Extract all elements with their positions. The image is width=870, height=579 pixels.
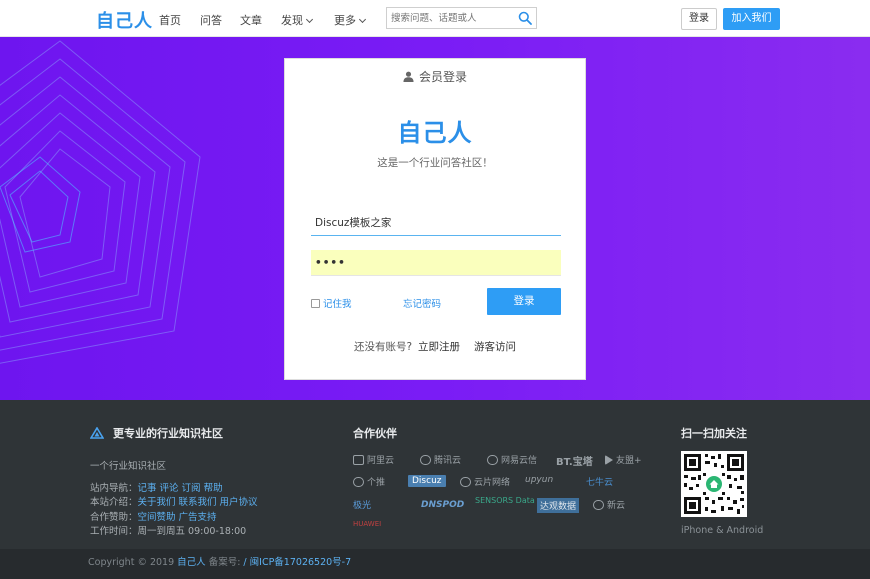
qr-caption: iPhone & Android <box>681 525 764 536</box>
triangle-logo-icon <box>90 427 104 439</box>
search-icon[interactable] <box>518 11 532 25</box>
guest-access-link[interactable]: 游客访问 <box>474 341 516 353</box>
partner-logo[interactable]: 网易云信 <box>487 453 537 466</box>
qr-code-icon <box>681 451 747 517</box>
footer-site-nav-links[interactable]: 记事 评论 订阅 帮助 <box>138 483 223 494</box>
partner-logo[interactable]: 阿里云 <box>353 453 394 466</box>
register-link[interactable]: 立即注册 <box>418 341 460 353</box>
partner-logo[interactable]: 七牛云 <box>586 475 613 488</box>
login-card-header: 会员登录 <box>285 68 585 85</box>
join-us-button[interactable]: 加入我们 <box>723 8 780 30</box>
footer-site-nav: 站内导航：记事 评论 订阅 帮助 <box>90 482 258 497</box>
chevron-down-icon <box>358 15 367 24</box>
partner-name: 云片网络 <box>474 478 511 488</box>
footer-hours-label: 工作时间： <box>90 526 138 537</box>
partner-logo[interactable]: HUAWEI <box>353 520 381 528</box>
checkbox-icon <box>311 299 320 308</box>
login-submit-button[interactable]: 登录 <box>487 288 561 315</box>
no-account-text: 还没有账号? <box>353 341 413 353</box>
partner-logo[interactable]: BT.宝塔 <box>556 453 593 468</box>
register-row: 还没有账号? 立即注册 游客访问 <box>285 339 585 354</box>
nav-articles[interactable]: 文章 <box>240 12 262 28</box>
partner-logo[interactable]: 极光 <box>353 498 371 511</box>
partner-logo[interactable]: DNSPOD <box>421 500 464 510</box>
footer-about-sub: 一个行业知识社区 <box>90 461 167 472</box>
nav-qa[interactable]: 问答 <box>200 12 222 28</box>
icp-link[interactable]: / 闽ICP备17026520号-7 <box>243 557 351 568</box>
header-login-button[interactable]: 登录 <box>681 8 717 30</box>
partner-name: 网易云信 <box>501 456 538 466</box>
partner-logo[interactable]: 个推 <box>353 475 385 488</box>
top-header: 自己人 首页 问答 文章 发现 更多 登录 加入我们 <box>0 0 870 37</box>
login-brand: 自己人 <box>397 119 473 147</box>
partner-name: 个推 <box>367 478 386 488</box>
nav-home[interactable]: 首页 <box>159 12 181 28</box>
footer-intro-label: 本站介绍： <box>90 497 138 508</box>
footer-site-nav-label: 站内导航： <box>90 482 138 494</box>
footer-hours-value: 周一到周五 09:00-18:00 <box>137 526 247 537</box>
partner-name: 阿里云 <box>367 456 395 466</box>
bolt-icon <box>605 455 613 465</box>
footer-hours: 工作时间：周一到周五 09:00-18:00 <box>90 525 258 540</box>
partner-logo[interactable]: SENSORS Data <box>475 496 535 505</box>
user-icon <box>403 71 414 82</box>
getui-icon <box>353 477 364 487</box>
footer: 更专业的行业知识社区 一个行业知识社区 站内导航：记事 评论 订阅 帮助 本站介… <box>0 400 870 549</box>
footer-sponsor-label: 合作赞助： <box>90 511 138 523</box>
nav-more[interactable]: 更多 <box>334 12 367 28</box>
footer-intro: 本站介绍：关于我们 联系我们 用户协议 <box>90 496 258 511</box>
qr-title: 扫一扫加关注 <box>681 427 747 440</box>
partner-logo[interactable]: 新云 <box>593 498 625 511</box>
copyright-text: Copyright © 2019 <box>88 557 178 568</box>
partner-logo[interactable]: 友盟+ <box>605 453 642 466</box>
hero-decoration <box>0 40 201 364</box>
xinyun-icon <box>593 500 604 510</box>
partner-logo[interactable]: 达观数据 <box>537 498 580 513</box>
partner-name: 友盟+ <box>616 456 642 466</box>
search-input[interactable] <box>387 8 512 28</box>
partner-name: 新云 <box>607 501 626 511</box>
icp-label: 备案号: <box>205 557 244 568</box>
partner-name: 腾讯云 <box>434 456 462 466</box>
copyright-site-link[interactable]: 自己人 <box>177 557 206 568</box>
forgot-password-link[interactable]: 忘记密码 <box>403 296 441 310</box>
login-slogan: 这是一个行业问答社区！ <box>377 157 493 169</box>
cloud-icon <box>420 455 431 465</box>
remember-me-label: 记住我 <box>323 299 352 310</box>
footer-about: 一个行业知识社区 站内导航：记事 评论 订阅 帮助 本站介绍：关于我们 联系我们… <box>90 460 258 540</box>
nav-more-label: 更多 <box>334 14 356 27</box>
footer-about-title: 更专业的行业知识社区 <box>113 427 223 440</box>
partners-title: 合作伙伴 <box>353 427 397 440</box>
partner-logo[interactable]: upyun <box>525 475 553 485</box>
cloud-icon <box>460 477 471 487</box>
site-logo[interactable]: 自己人 <box>96 7 153 33</box>
cloud-icon <box>487 455 498 465</box>
aliyun-icon <box>353 455 364 465</box>
footer-intro-links[interactable]: 关于我们 联系我们 用户协议 <box>138 497 258 508</box>
password-field[interactable]: •••• <box>311 250 561 276</box>
search-box <box>386 7 537 29</box>
login-heading: 会员登录 <box>418 70 467 84</box>
login-card: 会员登录 自己人 这是一个行业问答社区！ Discuz模板之家 •••• 记住我… <box>284 58 586 380</box>
partner-logo[interactable]: Discuz <box>408 475 446 487</box>
copyright-bar: Copyright © 2019 自己人 备案号: / 闽ICP备1702652… <box>0 549 870 579</box>
partner-logo[interactable]: 腾讯云 <box>420 453 461 466</box>
footer-sponsor: 合作赞助：空间赞助 广告支持 <box>90 511 258 526</box>
partner-logo[interactable]: 云片网络 <box>460 475 510 488</box>
nav-discover-label: 发现 <box>281 14 303 27</box>
chevron-down-icon <box>305 15 314 24</box>
nav-discover[interactable]: 发现 <box>281 12 314 28</box>
username-field[interactable]: Discuz模板之家 <box>311 210 561 236</box>
footer-sponsor-links[interactable]: 空间赞助 广告支持 <box>138 512 217 523</box>
remember-me-checkbox[interactable]: 记住我 <box>311 296 352 310</box>
